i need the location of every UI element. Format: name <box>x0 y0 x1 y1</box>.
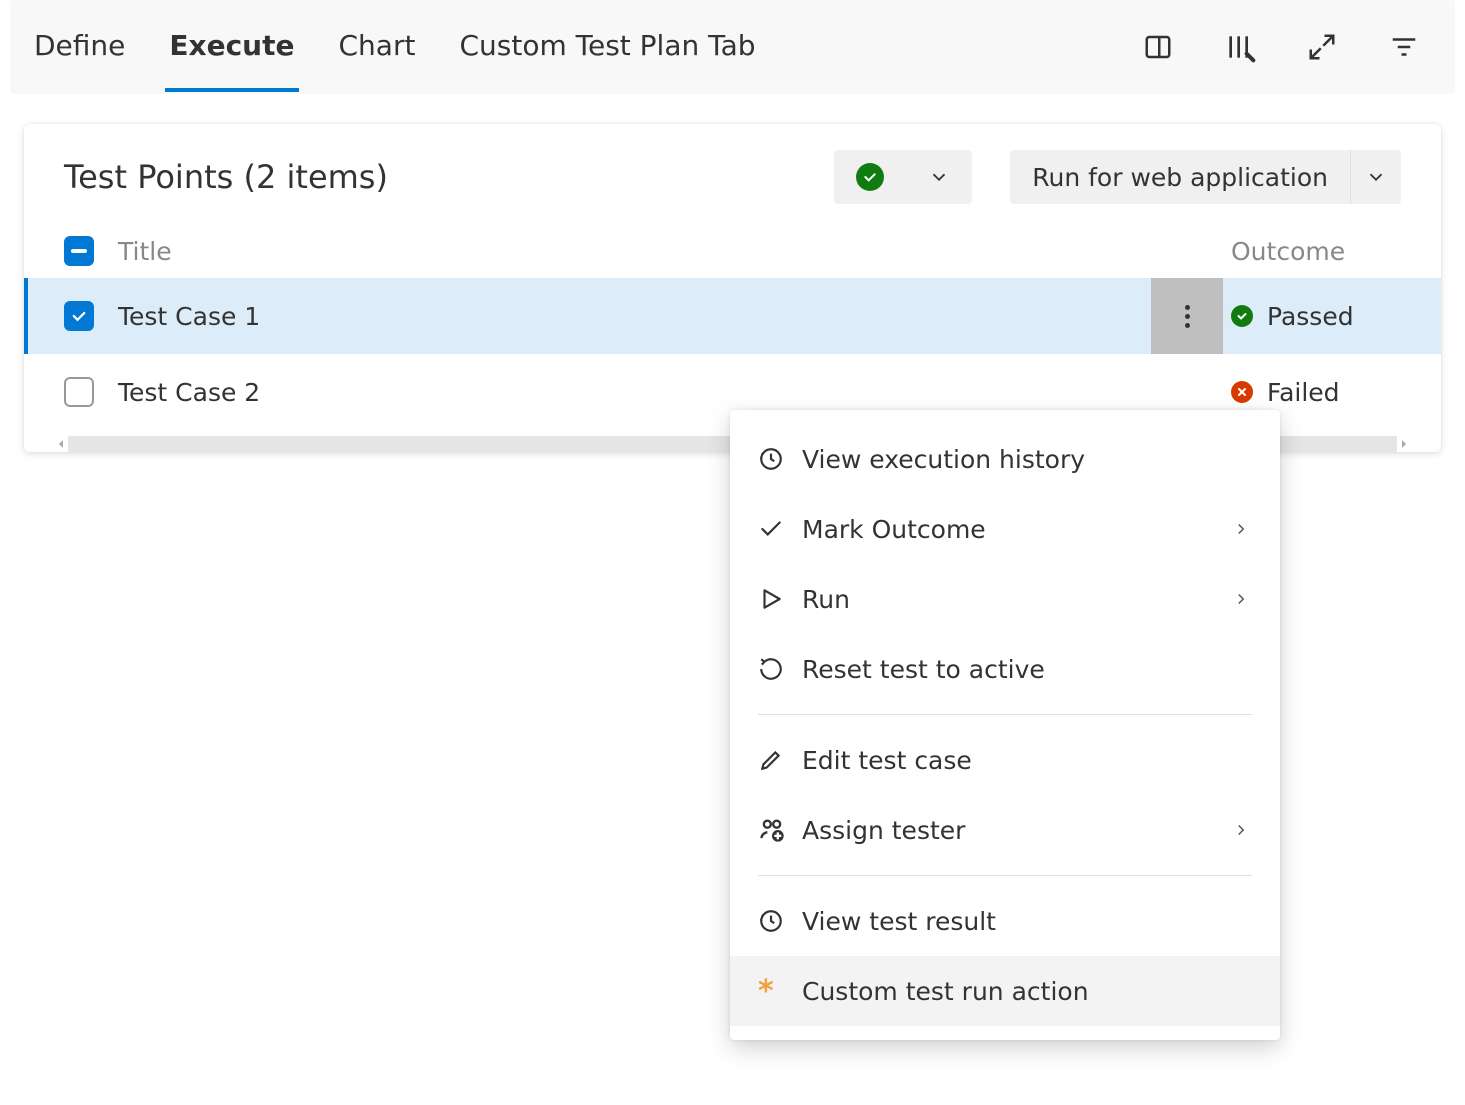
toolbar-icons <box>1141 30 1435 64</box>
menu-item-label: Reset test to active <box>802 655 1232 684</box>
menu-separator <box>758 875 1252 876</box>
chevron-down-icon[interactable] <box>906 150 972 204</box>
scroll-right-arrow[interactable] <box>1397 437 1411 451</box>
menu-item-label: View test result <box>802 907 1232 936</box>
menu-item-label: Mark Outcome <box>802 515 1232 544</box>
panel-title: Test Points (2 items) <box>64 158 834 196</box>
more-icon <box>1185 305 1190 328</box>
edit-icon <box>758 747 802 773</box>
scroll-left-arrow[interactable] <box>54 437 68 451</box>
context-menu: View execution history Mark Outcome Run Res… <box>730 410 1280 1040</box>
row-outcome: Failed <box>1267 378 1340 407</box>
more-actions-button[interactable] <box>1151 278 1223 354</box>
passed-icon <box>1231 305 1253 327</box>
menu-separator <box>758 714 1252 715</box>
row-outcome: Passed <box>1267 302 1354 331</box>
tab-execute[interactable]: Execute <box>165 3 298 92</box>
run-button-group: Run for web application <box>1010 150 1401 204</box>
menu-item-run[interactable]: Run <box>730 564 1280 634</box>
select-all-checkbox[interactable] <box>64 236 94 266</box>
failed-icon <box>1231 381 1253 403</box>
column-title[interactable]: Title <box>118 237 1231 266</box>
chevron-right-icon <box>1232 515 1252 544</box>
test-points-panel: Test Points (2 items) Run for web applic… <box>24 124 1441 452</box>
menu-item-label: Custom test run action <box>802 977 1232 1006</box>
chevron-right-icon <box>1232 816 1252 845</box>
tab-define[interactable]: Define <box>30 3 129 92</box>
fullscreen-icon[interactable] <box>1305 30 1339 64</box>
columns-icon[interactable] <box>1223 30 1257 64</box>
menu-item-assign-tester[interactable]: Assign tester <box>730 795 1280 865</box>
chevron-right-icon <box>1232 585 1252 614</box>
table-header: Title Outcome <box>24 224 1441 278</box>
passed-icon <box>856 163 884 191</box>
history-icon <box>758 908 802 934</box>
menu-item-custom-test-run-action[interactable]: *Custom test run action <box>730 956 1280 1026</box>
table-row[interactable]: Test Case 1 Passed <box>24 278 1441 354</box>
refresh-icon <box>758 656 802 682</box>
menu-item-mark-outcome[interactable]: Mark Outcome <box>730 494 1280 564</box>
assign-icon <box>758 816 802 844</box>
star-icon: * <box>758 974 802 1009</box>
play-icon <box>758 586 802 612</box>
panel-toggle-icon[interactable] <box>1141 30 1175 64</box>
menu-item-label: Edit test case <box>802 746 1232 775</box>
row-title: Test Case 2 <box>118 378 1151 407</box>
tab-custom-test-plan[interactable]: Custom Test Plan Tab <box>455 3 759 92</box>
run-dropdown-chevron[interactable] <box>1350 150 1401 204</box>
outcome-dropdown[interactable] <box>834 150 972 204</box>
filter-icon[interactable] <box>1387 30 1421 64</box>
row-checkbox[interactable] <box>64 301 94 331</box>
check-icon <box>758 516 802 542</box>
menu-item-label: Assign tester <box>802 816 1232 845</box>
menu-item-label: View execution history <box>802 445 1232 474</box>
tabs: Define Execute Chart Custom Test Plan Ta… <box>30 3 1141 92</box>
menu-item-view-test-result[interactable]: View test result <box>730 886 1280 956</box>
row-checkbox[interactable] <box>64 377 94 407</box>
row-title: Test Case 1 <box>118 302 1151 331</box>
tab-bar: Define Execute Chart Custom Test Plan Ta… <box>10 0 1455 94</box>
run-web-app-button[interactable]: Run for web application <box>1010 150 1350 204</box>
menu-item-reset-test-to-active[interactable]: Reset test to active <box>730 634 1280 704</box>
column-outcome[interactable]: Outcome <box>1231 237 1401 266</box>
history-icon <box>758 446 802 472</box>
panel-header: Test Points (2 items) Run for web applic… <box>24 124 1441 224</box>
tab-chart[interactable]: Chart <box>335 3 420 92</box>
menu-item-view-execution-history[interactable]: View execution history <box>730 424 1280 494</box>
menu-item-edit-test-case[interactable]: Edit test case <box>730 725 1280 795</box>
menu-item-label: Run <box>802 585 1232 614</box>
